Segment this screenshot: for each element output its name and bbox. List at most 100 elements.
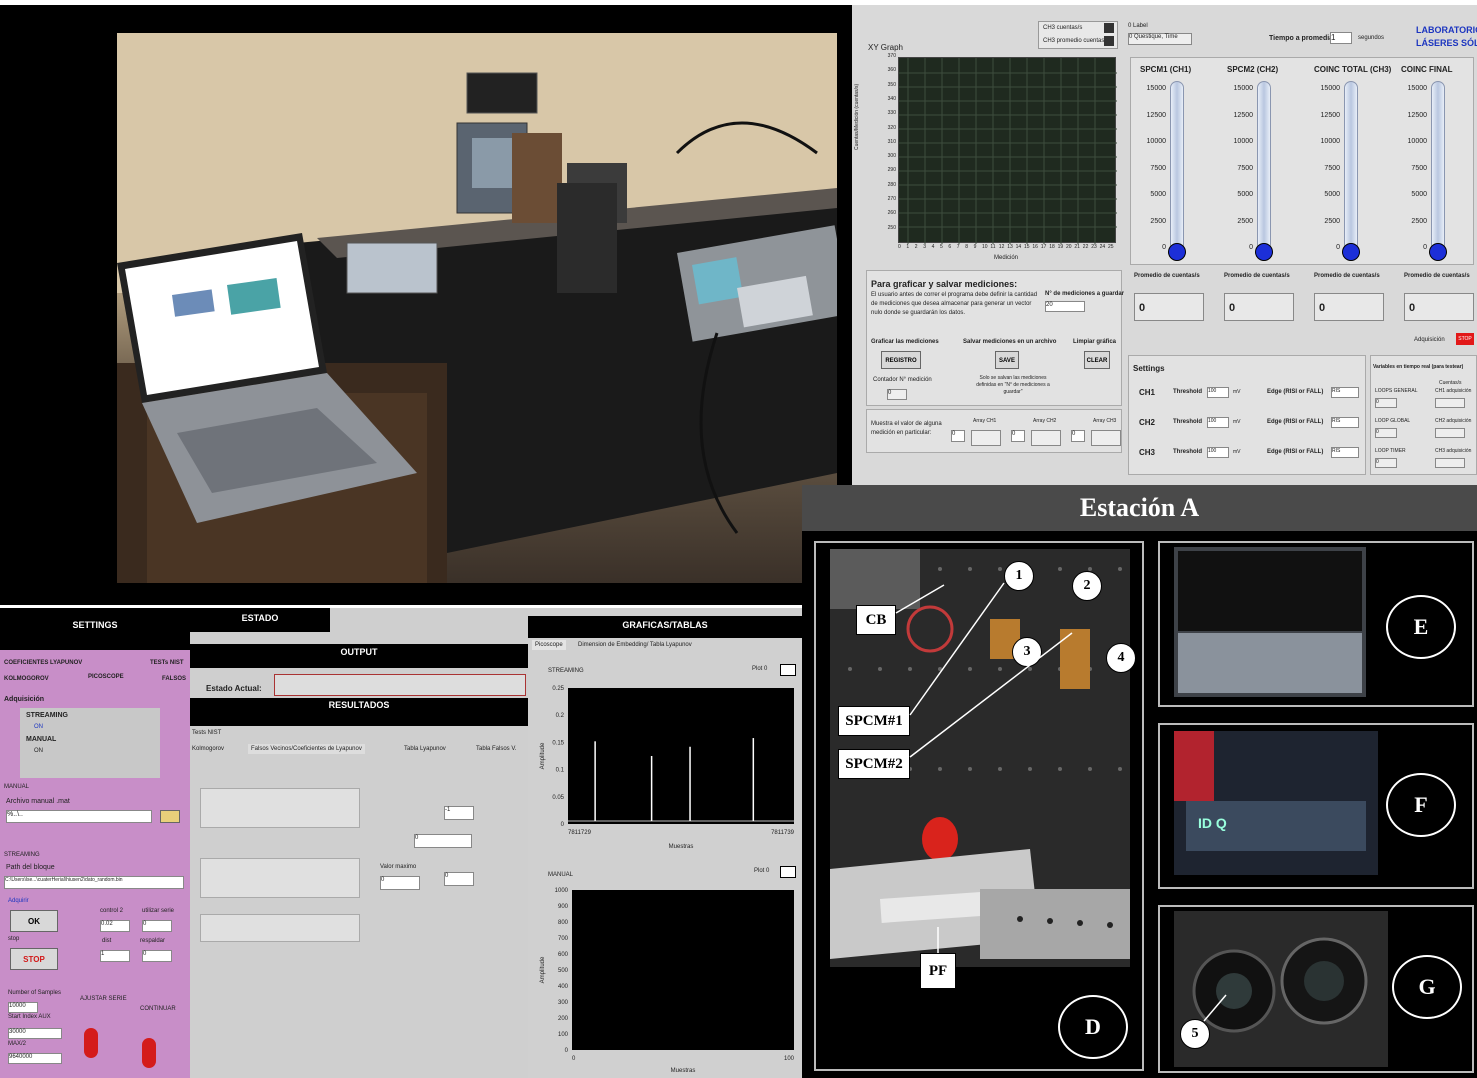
tab-tests-nist[interactable]: TESTs NIST xyxy=(150,660,184,666)
streaming-chart[interactable]: 0.25 0.2 0.15 0.1 0.05 07811729 7811739 Muestra… xyxy=(534,680,800,860)
legend-swatch-icon[interactable] xyxy=(1104,36,1114,46)
thermometer-tube xyxy=(1170,81,1184,251)
plot-legend-icon[interactable] xyxy=(780,664,796,676)
x-tick-label: 11 xyxy=(990,244,996,250)
path-input[interactable]: C:\Users\lse...\cuaterHerial\hiusen2\dat… xyxy=(4,876,184,889)
edge-input[interactable]: RIS xyxy=(1331,417,1359,428)
samples-input[interactable]: 10000 xyxy=(8,1002,38,1013)
value-field-1[interactable]: -1 xyxy=(444,806,474,820)
threshold-label: Threshold xyxy=(1173,449,1203,455)
edge-input[interactable]: RIS xyxy=(1331,387,1359,398)
threshold-input[interactable]: 100 xyxy=(1207,417,1229,428)
y-tick-label: 600 xyxy=(558,952,569,958)
y-tick-label: 700 xyxy=(558,936,569,942)
limpiar-label: Limpiar gráfica xyxy=(1073,339,1117,345)
variables-title: Variables en tiempo real (para testear) xyxy=(1373,364,1464,370)
x-axis-label: Muestras xyxy=(669,844,694,850)
plot-legend-2: Plot 0 xyxy=(754,868,770,874)
tab-picoscope-2[interactable]: Picoscope xyxy=(532,640,566,650)
edge-input[interactable]: RIS xyxy=(1331,447,1359,458)
respaldar-input[interactable]: 0 xyxy=(142,950,172,962)
mode-box: STREAMING ON MANUAL ON xyxy=(20,708,160,778)
archivo-label: Archivo manual .mat xyxy=(6,798,70,805)
stop-label: stop xyxy=(8,936,20,942)
y-axis-label: Cuentas/Medición (cuentas/s) xyxy=(854,83,860,150)
adquisicion-stop-button[interactable]: STOP xyxy=(1456,333,1474,345)
edge-label: Edge (RISI or FALL) xyxy=(1267,449,1324,455)
archivo-input[interactable]: %..\.. xyxy=(6,810,152,823)
array-index-input[interactable]: 0 xyxy=(1011,430,1025,442)
tab-coeficientes[interactable]: COEFICIENTES LYAPUNOV xyxy=(4,660,82,666)
valor-maximo-input[interactable]: 0 xyxy=(380,876,420,890)
x-tick-label: 0 xyxy=(898,244,901,250)
ajustar-label: AJUSTAR SERIE xyxy=(80,996,127,1002)
estacion-title: Estación A xyxy=(1079,493,1200,522)
tab-dimension-embedding[interactable]: Dimension de Embedding/ Tabla Lyapunov xyxy=(578,642,692,648)
manual-chart[interactable]: 100090080070060050040030020010000 100Mues… xyxy=(534,880,800,1076)
streaming-on-radio[interactable]: ON xyxy=(34,724,43,730)
value-field-3[interactable]: 0 xyxy=(444,872,474,886)
threshold-input[interactable]: 100 xyxy=(1207,387,1229,398)
legend-swatch-icon[interactable] xyxy=(1104,23,1114,33)
n-mediciones-input[interactable]: 20 xyxy=(1045,301,1085,312)
xy-graph-plot[interactable] xyxy=(898,57,1117,244)
result-box-3 xyxy=(200,914,360,942)
x-tick-label: 7 xyxy=(956,244,960,250)
y-tick-label: 300 xyxy=(558,1000,569,1006)
time-field[interactable]: 0 Questique, Time xyxy=(1128,33,1192,45)
tab-tabla-lyapunov[interactable]: Tabla Lyapunov xyxy=(404,746,446,752)
tab-kolmogorov[interactable]: KOLMOGOROV xyxy=(4,676,49,682)
thermometer-tube xyxy=(1257,81,1271,251)
panel-d: CB SPCM#1 SPCM#2 PF 1 2 3 4 D xyxy=(814,541,1144,1071)
channel-title: SPCM1 (CH1) xyxy=(1140,65,1192,74)
manual-option: MANUAL xyxy=(26,736,57,743)
salvar-label: Salvar mediciones en un archivo xyxy=(963,339,1057,345)
settings-header: SETTINGS xyxy=(0,608,190,650)
estado-actual-field xyxy=(274,674,526,696)
array-index-input[interactable]: 0 xyxy=(951,430,965,442)
clear-button[interactable]: CLEAR xyxy=(1084,351,1110,369)
array-label: Array CH2 xyxy=(1033,418,1057,424)
thermometer-tick: 7500 xyxy=(1324,164,1340,172)
control2-input[interactable]: 0.02 xyxy=(100,920,130,932)
value-field-2[interactable]: 0 xyxy=(414,834,472,848)
settings-column: SETTINGS COEFICIENTES LYAPUNOV TESTs NIS… xyxy=(0,608,190,1078)
ajustar-toggle[interactable] xyxy=(84,1028,98,1058)
tiempo-input[interactable]: 1 xyxy=(1330,32,1352,44)
threshold-input[interactable]: 100 xyxy=(1207,447,1229,458)
ch-adq-label: CH2 adquisición xyxy=(1435,418,1472,424)
registro-button[interactable]: REGISTRO xyxy=(881,351,921,369)
tab-kolmogorov-2[interactable]: Kolmogorov xyxy=(192,746,224,752)
adquisicion-label: Adquisición xyxy=(4,696,45,703)
promedio-label: Promedio de cuentas/s xyxy=(1224,273,1290,279)
dist-input[interactable]: 1 xyxy=(100,950,130,962)
y-tick-label: 280 xyxy=(887,181,896,188)
manual-on-radio[interactable]: ON xyxy=(34,748,43,754)
save-button[interactable]: SAVE xyxy=(995,351,1019,369)
threshold-label: Threshold xyxy=(1173,419,1203,425)
tab-picoscope[interactable]: PICOSCOPE xyxy=(88,674,124,680)
panel-letter-e: E xyxy=(1386,595,1456,659)
array-index-input[interactable]: 0 xyxy=(1071,430,1085,442)
ch-adq-value xyxy=(1435,428,1465,438)
ok-button[interactable]: OK xyxy=(10,910,58,932)
streaming-option: STREAMING xyxy=(26,712,68,719)
folder-icon[interactable] xyxy=(160,810,180,823)
stop-button[interactable]: STOP xyxy=(10,948,58,970)
tab-tabla-falsos[interactable]: Tabla Falsos V. xyxy=(476,746,516,752)
utilizar-input[interactable]: 0 xyxy=(142,920,172,932)
thermometer-bulb xyxy=(1429,243,1447,261)
plot-area xyxy=(568,688,794,824)
plot-legend-icon[interactable] xyxy=(780,866,796,878)
continuar-toggle[interactable] xyxy=(142,1038,156,1068)
y-tick-label: 310 xyxy=(887,138,896,145)
start-index-input[interactable]: 30000 xyxy=(8,1028,62,1039)
panel-e: E xyxy=(1158,541,1474,707)
channel-title: SPCM2 (CH2) xyxy=(1227,65,1279,74)
tab-falsos[interactable]: FALSOS xyxy=(162,676,186,682)
tab-falsos-vecinos[interactable]: Falsos Vecinos/Coeficientes de Lyapunov xyxy=(248,744,365,754)
thermometer-bulb xyxy=(1342,243,1360,261)
max-input[interactable]: 9640000 xyxy=(8,1053,62,1064)
contador-value: 0 xyxy=(887,389,907,400)
x-tick-label: 10 xyxy=(982,244,988,250)
